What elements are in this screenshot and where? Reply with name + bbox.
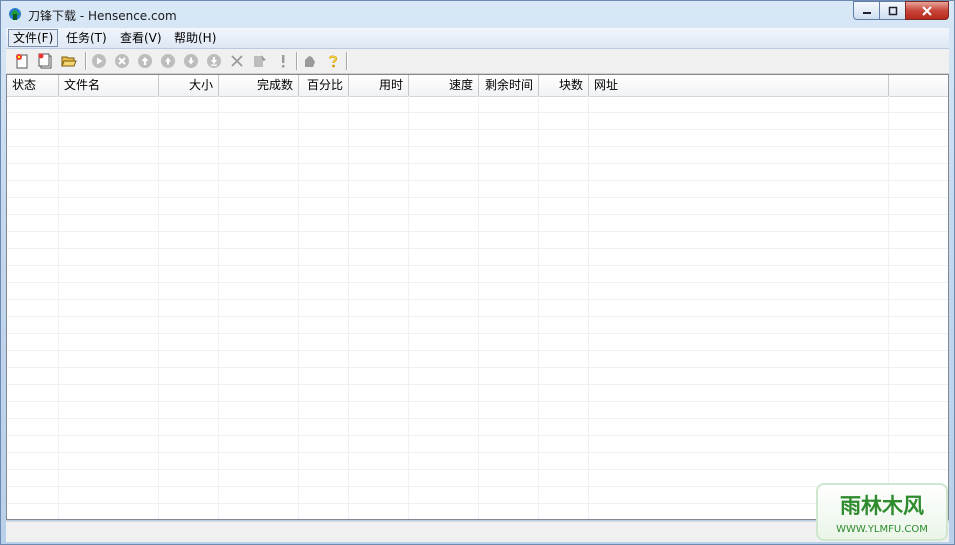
close-icon	[922, 5, 932, 16]
column-speed[interactable]: 速度	[409, 75, 479, 96]
minimize-button[interactable]	[853, 1, 880, 20]
column-blocks[interactable]: 块数	[539, 75, 589, 96]
minimize-icon	[862, 11, 871, 14]
menu-task[interactable]: 任务(T)	[62, 29, 111, 47]
options-icon	[305, 56, 315, 67]
watermark-title: 雨林木风	[840, 494, 924, 518]
alert-button[interactable]	[273, 51, 293, 71]
stop-button[interactable]	[112, 51, 132, 71]
watermark-url: WWW.YLMFU.COM	[836, 524, 928, 535]
maximize-button[interactable]	[879, 1, 906, 20]
download-list[interactable]: 状态 文件名 大小 完成数 百分比 用时 速度 剩余时间 块数 网址	[6, 74, 949, 520]
menu-help[interactable]: 帮助(H)	[170, 29, 220, 47]
close-button[interactable]	[905, 1, 949, 20]
column-size[interactable]: 大小	[159, 75, 219, 96]
app-logo-icon	[9, 8, 21, 20]
move-down-button[interactable]	[181, 51, 201, 71]
properties-icon	[254, 55, 266, 67]
column-elapsed[interactable]: 用时	[349, 75, 409, 96]
list-header: 状态 文件名 大小 完成数 百分比 用时 速度 剩余时间 块数 网址	[7, 75, 948, 97]
new-task-button[interactable]	[12, 51, 32, 71]
alert-icon	[282, 55, 285, 68]
move-up-button[interactable]	[158, 51, 178, 71]
window-title: 刀锋下载 - Hensence.com	[28, 9, 177, 23]
title-bar[interactable]: 刀锋下载 - Hensence.com	[1, 1, 954, 28]
column-remaining[interactable]: 剩余时间	[479, 75, 539, 96]
delete-button[interactable]	[227, 51, 247, 71]
open-folder-button[interactable]	[59, 51, 79, 71]
batch-new-button[interactable]	[35, 51, 55, 71]
watermark-logo: 雨林木风 WWW.YLMFU.COM	[816, 483, 948, 541]
menu-view[interactable]: 查看(V)	[116, 29, 166, 47]
move-bottom-button[interactable]	[204, 51, 224, 71]
column-percent[interactable]: 百分比	[299, 75, 349, 96]
menu-bar: 文件(F) 任务(T) 查看(V) 帮助(H)	[6, 28, 949, 49]
move-bottom-icon	[207, 54, 221, 68]
menu-file[interactable]: 文件(F)	[8, 29, 59, 47]
start-icon	[92, 54, 106, 68]
stop-icon	[115, 54, 129, 68]
toolbar	[6, 49, 949, 74]
status-bar	[6, 521, 949, 542]
help-icon	[328, 55, 338, 68]
move-down-icon	[184, 54, 198, 68]
maximize-icon	[888, 6, 897, 15]
watermark-graphic: 雨林木风 WWW.YLMFU.COM	[836, 494, 928, 535]
options-button[interactable]	[300, 51, 320, 71]
move-top-button[interactable]	[135, 51, 155, 71]
new-task-icon	[16, 54, 28, 69]
column-filename[interactable]: 文件名	[59, 75, 159, 96]
help-button[interactable]	[323, 51, 343, 71]
move-top-icon	[138, 54, 152, 68]
column-completed[interactable]: 完成数	[219, 75, 299, 96]
start-button[interactable]	[89, 51, 109, 71]
open-folder-icon	[61, 56, 77, 67]
column-status[interactable]: 状态	[7, 75, 59, 96]
app-window: 刀锋下载 - Hensence.com 文件(F) 任务(T) 查看(V) 帮助…	[0, 0, 955, 545]
batch-new-icon	[38, 53, 52, 69]
properties-button[interactable]	[250, 51, 270, 71]
move-up-icon	[161, 54, 175, 68]
column-url[interactable]: 网址	[589, 75, 889, 96]
delete-icon	[231, 55, 243, 67]
